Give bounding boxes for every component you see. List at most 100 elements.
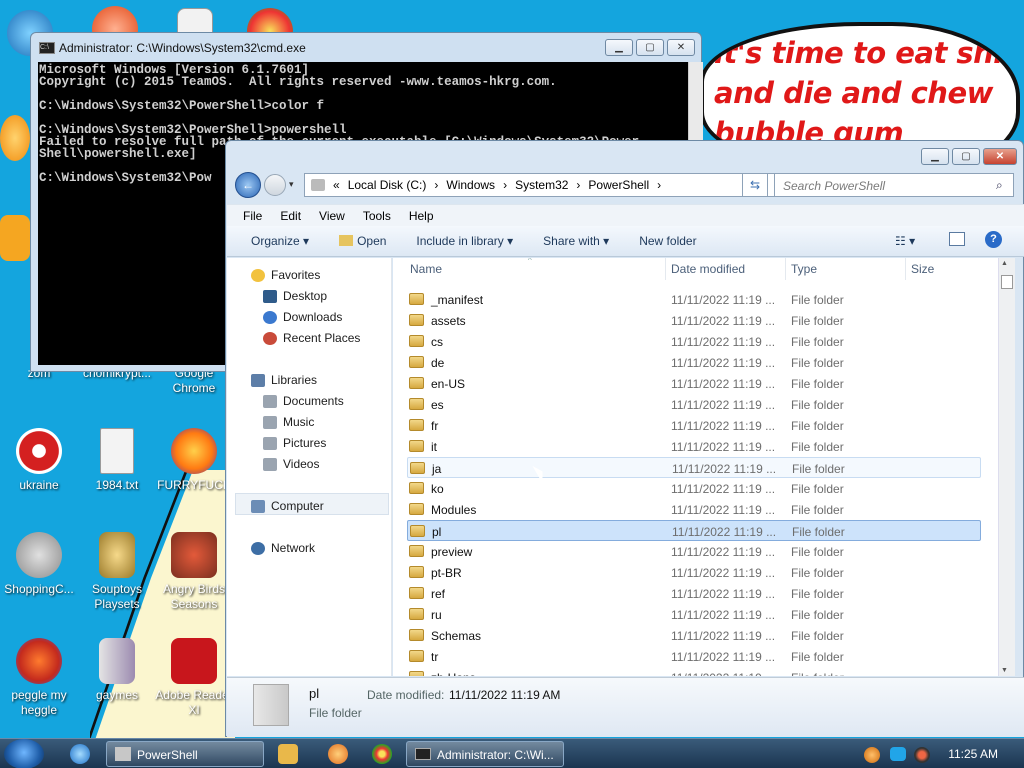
nav-network[interactable]: Network	[251, 541, 315, 555]
file-row[interactable]: preview 11/11/2022 11:19 ... File folder	[407, 541, 981, 562]
chevron-right-icon[interactable]: ›	[576, 178, 580, 192]
maximize-button[interactable]: ▢	[952, 148, 980, 165]
maximize-button[interactable]: ▢	[636, 39, 664, 56]
breadcrumb-system32[interactable]: System32	[515, 178, 568, 192]
breadcrumb-windows[interactable]: Windows	[446, 178, 495, 192]
file-row[interactable]: ref 11/11/2022 11:19 ... File folder	[407, 583, 981, 604]
back-button[interactable]: ←	[235, 172, 261, 198]
breadcrumb-overflow-icon[interactable]: «	[333, 178, 340, 192]
file-row[interactable]: tr 11/11/2022 11:19 ... File folder	[407, 646, 981, 667]
desktop-icon-peggle[interactable]: peggle my heggle	[0, 638, 80, 718]
help-icon[interactable]: ?	[985, 231, 1002, 248]
desktop-icon-shoppingc[interactable]: ShoppingC...	[0, 532, 80, 597]
chevron-right-icon[interactable]: ›	[657, 178, 661, 192]
close-button[interactable]: ✕	[667, 39, 695, 56]
file-row[interactable]: pl 11/11/2022 11:19 ... File folder	[407, 520, 981, 541]
chrome-icon[interactable]	[372, 744, 392, 764]
preview-pane-icon[interactable]	[949, 232, 965, 246]
desktop-icon-souptoys[interactable]: Souptoys Playsets	[76, 532, 158, 612]
minimize-button[interactable]: ▁	[605, 39, 633, 56]
monitor-icon[interactable]	[890, 747, 906, 761]
open-button[interactable]: Open	[339, 234, 386, 248]
explorer-window[interactable]: ▁ ▢ ✕ ← ▾ « Local Disk (C:) › Windows › Sy…	[225, 140, 1024, 737]
search-input[interactable]: Search PowerShell	[774, 173, 1014, 197]
file-list-scrollbar[interactable]: ▲ ▼	[998, 258, 1015, 676]
column-header-type[interactable]: Type	[791, 262, 817, 276]
view-options-icon[interactable]: ☷ ▾	[895, 234, 915, 248]
file-name: fr	[431, 419, 439, 433]
refresh-button[interactable]: ⇆	[742, 173, 768, 197]
volume-icon[interactable]	[914, 747, 930, 763]
taskbar-clock[interactable]: 11:25 AM	[948, 747, 998, 761]
app-icon[interactable]	[328, 744, 348, 764]
desktop-icon-1984-txt[interactable]: 1984.txt	[76, 428, 158, 493]
internet-explorer-icon[interactable]	[70, 744, 90, 764]
file-row[interactable]: ru 11/11/2022 11:19 ... File folder	[407, 604, 981, 625]
taskbar-cmd-button[interactable]: Administrator: C:\Wi...	[406, 741, 564, 767]
file-row[interactable]: de 11/11/2022 11:19 ... File folder	[407, 352, 981, 373]
tray-app-icon[interactable]	[864, 747, 880, 763]
organize-button[interactable]: Organize ▾	[251, 234, 309, 248]
start-button[interactable]	[4, 739, 44, 768]
nav-recent-places[interactable]: Recent Places	[263, 331, 360, 345]
desktop-icon-adobe-reader[interactable]: Adobe Reader XI	[154, 638, 234, 718]
file-name: _manifest	[431, 293, 484, 307]
cmd-titlebar[interactable]: C:\ Administrator: C:\Windows\System32\c…	[31, 33, 701, 63]
minimize-button[interactable]: ▁	[921, 148, 949, 165]
menu-edit[interactable]: Edit	[280, 209, 301, 223]
scrollbar-thumb[interactable]	[1001, 275, 1013, 289]
menu-help[interactable]: Help	[409, 209, 434, 223]
file-row[interactable]: it 11/11/2022 11:19 ... File folder	[407, 436, 981, 457]
nav-pictures[interactable]: Pictures	[263, 436, 326, 450]
desktop-icon-ukraine[interactable]: ukraine	[0, 428, 80, 493]
file-row[interactable]: en-US 11/11/2022 11:19 ... File folder	[407, 373, 981, 394]
desktop-icon-furryfuck[interactable]: FURRYFUCK	[154, 428, 234, 493]
close-button[interactable]: ✕	[983, 148, 1017, 165]
nav-downloads[interactable]: Downloads	[263, 310, 342, 324]
breadcrumb-powershell[interactable]: PowerShell	[588, 178, 649, 192]
breadcrumb-local-disk[interactable]: Local Disk (C:)	[348, 178, 427, 192]
file-row[interactable]: _manifest 11/11/2022 11:19 ... File folder	[407, 289, 981, 310]
forward-button[interactable]	[264, 174, 286, 196]
recent-pages-dropdown[interactable]: ▾	[289, 179, 294, 190]
file-row[interactable]: ko 11/11/2022 11:19 ... File folder	[407, 478, 981, 499]
nav-music[interactable]: Music	[263, 415, 314, 429]
nav-libraries[interactable]: Libraries	[251, 373, 317, 387]
nav-documents[interactable]: Documents	[263, 394, 344, 408]
nav-favorites[interactable]: Favorites	[251, 268, 320, 282]
file-list[interactable]: Name ^ Date modified Type Size _manifest…	[393, 258, 998, 676]
nav-computer[interactable]: Computer	[251, 499, 324, 513]
column-header-size[interactable]: Size	[911, 262, 934, 276]
file-row[interactable]: Schemas 11/11/2022 11:19 ... File folder	[407, 625, 981, 646]
desktop-icon-angry-birds[interactable]: Angry Birds Seasons	[154, 532, 234, 612]
file-row[interactable]: cs 11/11/2022 11:19 ... File folder	[407, 331, 981, 352]
nav-desktop[interactable]: Desktop	[263, 289, 327, 303]
chevron-right-icon[interactable]: ›	[434, 178, 438, 192]
file-row[interactable]: es 11/11/2022 11:19 ... File folder	[407, 394, 981, 415]
scroll-down-icon[interactable]: ▼	[1001, 667, 1008, 674]
file-date: 11/11/2022 11:19 ...	[671, 398, 776, 412]
share-with-button[interactable]: Share with ▾	[543, 234, 609, 248]
new-folder-button[interactable]: New folder	[639, 234, 696, 248]
file-row[interactable]: fr 11/11/2022 11:19 ... File folder	[407, 415, 981, 436]
media-player-icon[interactable]	[278, 744, 298, 764]
column-header-date[interactable]: Date modified	[671, 262, 745, 276]
desktop-icon-left-1[interactable]	[0, 115, 30, 165]
file-row[interactable]: Modules 11/11/2022 11:19 ... File folder	[407, 499, 981, 520]
file-row[interactable]: assets 11/11/2022 11:19 ... File folder	[407, 310, 981, 331]
menu-tools[interactable]: Tools	[363, 209, 391, 223]
file-row[interactable]: zh-Hans 11/11/2022 11:19 ... File folder	[407, 667, 981, 676]
column-header-name[interactable]: Name	[410, 262, 442, 276]
desktop-icon-left-2[interactable]	[0, 215, 30, 265]
menu-view[interactable]: View	[319, 209, 345, 223]
file-row[interactable]: pt-BR 11/11/2022 11:19 ... File folder	[407, 562, 981, 583]
scroll-up-icon[interactable]: ▲	[1001, 260, 1008, 267]
file-row[interactable]: ja 11/11/2022 11:19 ... File folder	[407, 457, 981, 478]
nav-videos[interactable]: Videos	[263, 457, 319, 471]
chevron-right-icon[interactable]: ›	[503, 178, 507, 192]
menu-file[interactable]: File	[243, 209, 262, 223]
taskbar-label: Administrator: C:\Wi...	[437, 748, 554, 762]
taskbar-powershell-button[interactable]: PowerShell	[106, 741, 264, 767]
include-in-library-button[interactable]: Include in library ▾	[416, 234, 513, 248]
desktop-icon-gaymes[interactable]: gaymes	[76, 638, 158, 703]
